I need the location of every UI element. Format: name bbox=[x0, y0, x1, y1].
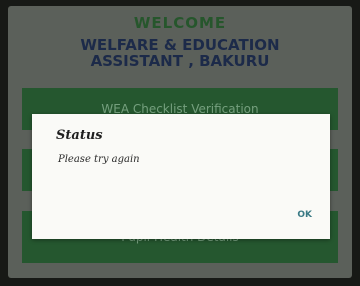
dialog-message: Please try again bbox=[58, 154, 140, 165]
status-dialog: Status Please try again OK bbox=[32, 114, 330, 239]
ok-button[interactable]: OK bbox=[297, 210, 312, 220]
dialog-title: Status bbox=[56, 128, 103, 143]
